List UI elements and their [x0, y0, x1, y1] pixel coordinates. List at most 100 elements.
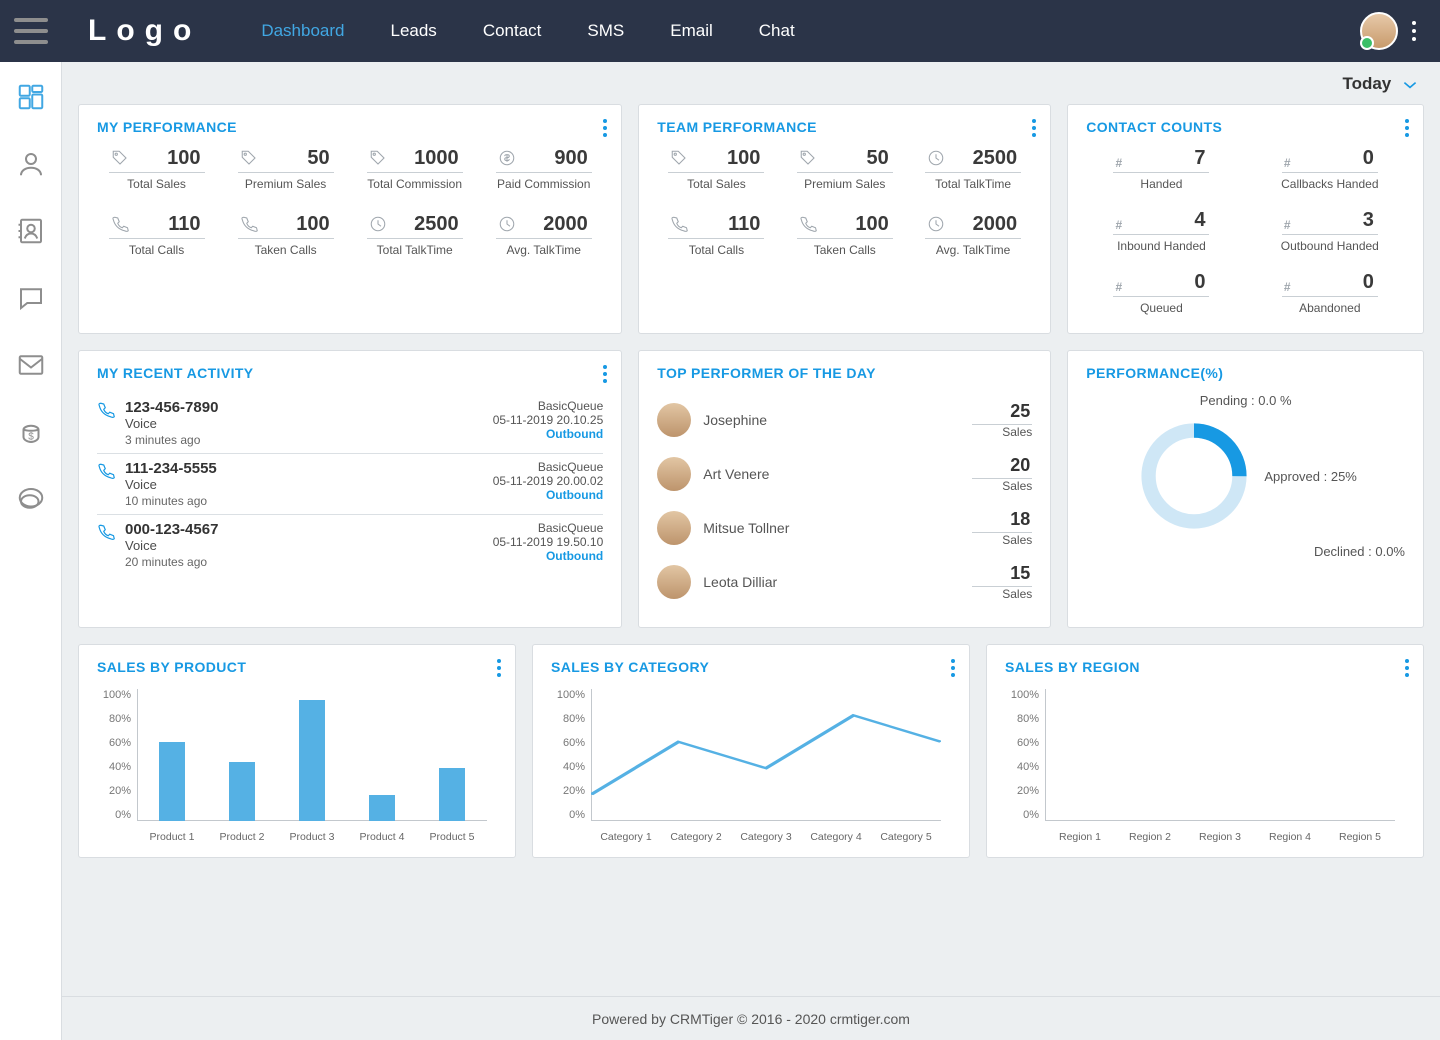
- chevron-down-icon: [1402, 79, 1418, 91]
- performer-row[interactable]: Leota Dilliar 15Sales: [657, 555, 1032, 609]
- activity-timestamp: 05-11-2019 20.00.02: [493, 474, 604, 488]
- performer-row[interactable]: Josephine 25Sales: [657, 393, 1032, 447]
- stat-value: 2000: [543, 213, 588, 236]
- nav-chat[interactable]: Chat: [759, 21, 795, 41]
- card-title: TEAM PERFORMANCE: [657, 119, 1032, 135]
- activity-direction: Outbound: [493, 549, 604, 563]
- stat-value: 110: [728, 213, 760, 236]
- stat-value: 50: [307, 147, 329, 170]
- stat-tile: #4 Inbound Handed: [1086, 209, 1236, 253]
- stat-tile: 110 Total Calls: [97, 213, 216, 257]
- sales-by-product-chart: 100%80%60%40%20%0%Product 1Product 2Prod…: [137, 689, 487, 839]
- stat-tile: #0 Queued: [1086, 271, 1236, 315]
- activity-direction: Outbound: [493, 488, 604, 502]
- activity-ago: 3 minutes ago: [125, 433, 483, 447]
- stat-icon: [799, 215, 817, 236]
- stat-label: Total TalkTime: [377, 243, 453, 257]
- stat-tile: 110 Total Calls: [657, 213, 775, 257]
- rail-mail-icon[interactable]: [16, 350, 46, 383]
- stat-value: 50: [866, 147, 888, 170]
- card-menu-icon[interactable]: [951, 659, 955, 677]
- rail-profile-icon[interactable]: [16, 149, 46, 182]
- card-menu-icon[interactable]: [1405, 119, 1409, 137]
- rail-contacts-icon[interactable]: [16, 216, 46, 249]
- card-top-performer: TOP PERFORMER OF THE DAY Josephine 25Sal…: [638, 350, 1051, 628]
- stat-label: Queued: [1140, 301, 1183, 315]
- stat-tile: 2500 Total TalkTime: [914, 147, 1032, 191]
- card-menu-icon[interactable]: [603, 119, 607, 137]
- card-menu-icon[interactable]: [1405, 659, 1409, 677]
- card-team-performance: TEAM PERFORMANCE 100 Total Sales 50 Prem…: [638, 104, 1051, 334]
- performer-value: 15: [972, 563, 1032, 587]
- stat-tile: 50 Premium Sales: [786, 147, 904, 191]
- stat-label: Taken Calls: [255, 243, 317, 257]
- card-menu-icon[interactable]: [497, 659, 501, 677]
- card-sales-by-region: SALES BY REGION 100%80%60%40%20%0%Region…: [986, 644, 1424, 858]
- stat-tile: 100 Total Sales: [97, 147, 216, 191]
- stat-tile: 2500 Total TalkTime: [355, 213, 474, 257]
- stat-label: Total Commission: [367, 177, 462, 191]
- performer-name: Leota Dilliar: [703, 574, 960, 590]
- stat-tile: 2000 Avg. TalkTime: [484, 213, 603, 257]
- stat-icon: [111, 215, 129, 236]
- activity-row[interactable]: 000-123-4567Voice20 minutes ago BasicQue…: [97, 515, 603, 575]
- user-avatar[interactable]: [1360, 12, 1398, 50]
- phone-icon: [97, 523, 115, 541]
- nav-leads[interactable]: Leads: [390, 21, 436, 41]
- rail-support-icon[interactable]: [16, 484, 46, 517]
- stat-label: Inbound Handed: [1117, 239, 1206, 253]
- stat-value: 0: [1363, 271, 1374, 294]
- performer-avatar: [657, 403, 691, 437]
- activity-queue: BasicQueue: [493, 399, 604, 413]
- performer-value: 18: [972, 509, 1032, 533]
- activity-timestamp: 05-11-2019 20.10.25: [493, 413, 604, 427]
- stat-icon: [670, 215, 688, 236]
- nav-email[interactable]: Email: [670, 21, 713, 41]
- date-filter[interactable]: Today: [78, 70, 1424, 104]
- nav-sms[interactable]: SMS: [587, 21, 624, 41]
- hash-icon: #: [1115, 218, 1122, 232]
- nav-contact[interactable]: Contact: [483, 21, 542, 41]
- performance-donut-chart: [1134, 416, 1254, 536]
- stat-icon: [927, 149, 945, 170]
- activity-row[interactable]: 111-234-5555Voice10 minutes ago BasicQue…: [97, 454, 603, 515]
- stat-label: Total Sales: [127, 177, 186, 191]
- stat-value: 0: [1194, 271, 1205, 294]
- hash-icon: #: [1115, 156, 1122, 170]
- stat-value: 100: [167, 147, 200, 170]
- performer-row[interactable]: Mitsue Tollner 18Sales: [657, 501, 1032, 555]
- activity-row[interactable]: 123-456-7890Voice3 minutes ago BasicQueu…: [97, 393, 603, 454]
- rail-money-icon[interactable]: $: [16, 417, 46, 450]
- rail-chat-icon[interactable]: [16, 283, 46, 316]
- card-performance-pct: PERFORMANCE(%) Pending : 0.0 % Approved …: [1067, 350, 1424, 628]
- card-title: MY RECENT ACTIVITY: [97, 365, 603, 381]
- stat-icon: [369, 215, 387, 236]
- logo: Logo: [88, 14, 201, 48]
- hash-icon: #: [1284, 156, 1291, 170]
- phone-icon: [97, 462, 115, 480]
- side-rail: $: [0, 62, 62, 1040]
- stat-value: 2500: [414, 213, 459, 236]
- card-recent-activity: MY RECENT ACTIVITY 123-456-7890Voice3 mi…: [78, 350, 622, 628]
- activity-channel: Voice: [125, 416, 483, 431]
- card-my-performance: MY PERFORMANCE 100 Total Sales 50 Premiu…: [78, 104, 622, 334]
- hash-icon: #: [1284, 218, 1291, 232]
- topbar-menu-icon[interactable]: [1412, 21, 1416, 41]
- stat-tile: 1000 Total Commission: [355, 147, 474, 191]
- stat-label: Outbound Handed: [1281, 239, 1379, 253]
- nav-dashboard[interactable]: Dashboard: [261, 21, 344, 41]
- rail-dashboard-icon[interactable]: [16, 82, 46, 115]
- hamburger-icon[interactable]: [14, 18, 48, 44]
- stat-value: 7: [1194, 147, 1205, 170]
- stat-value: 100: [727, 147, 760, 170]
- svg-text:$: $: [28, 432, 34, 443]
- card-menu-icon[interactable]: [603, 365, 607, 383]
- card-title: MY PERFORMANCE: [97, 119, 603, 135]
- card-title: SALES BY REGION: [1005, 659, 1405, 675]
- performer-name: Art Venere: [703, 466, 960, 482]
- card-sales-by-product: SALES BY PRODUCT 100%80%60%40%20%0%Produ…: [78, 644, 516, 858]
- performer-row[interactable]: Art Venere 20Sales: [657, 447, 1032, 501]
- card-menu-icon[interactable]: [1032, 119, 1036, 137]
- stat-value: 100: [855, 213, 888, 236]
- hash-icon: #: [1284, 280, 1291, 294]
